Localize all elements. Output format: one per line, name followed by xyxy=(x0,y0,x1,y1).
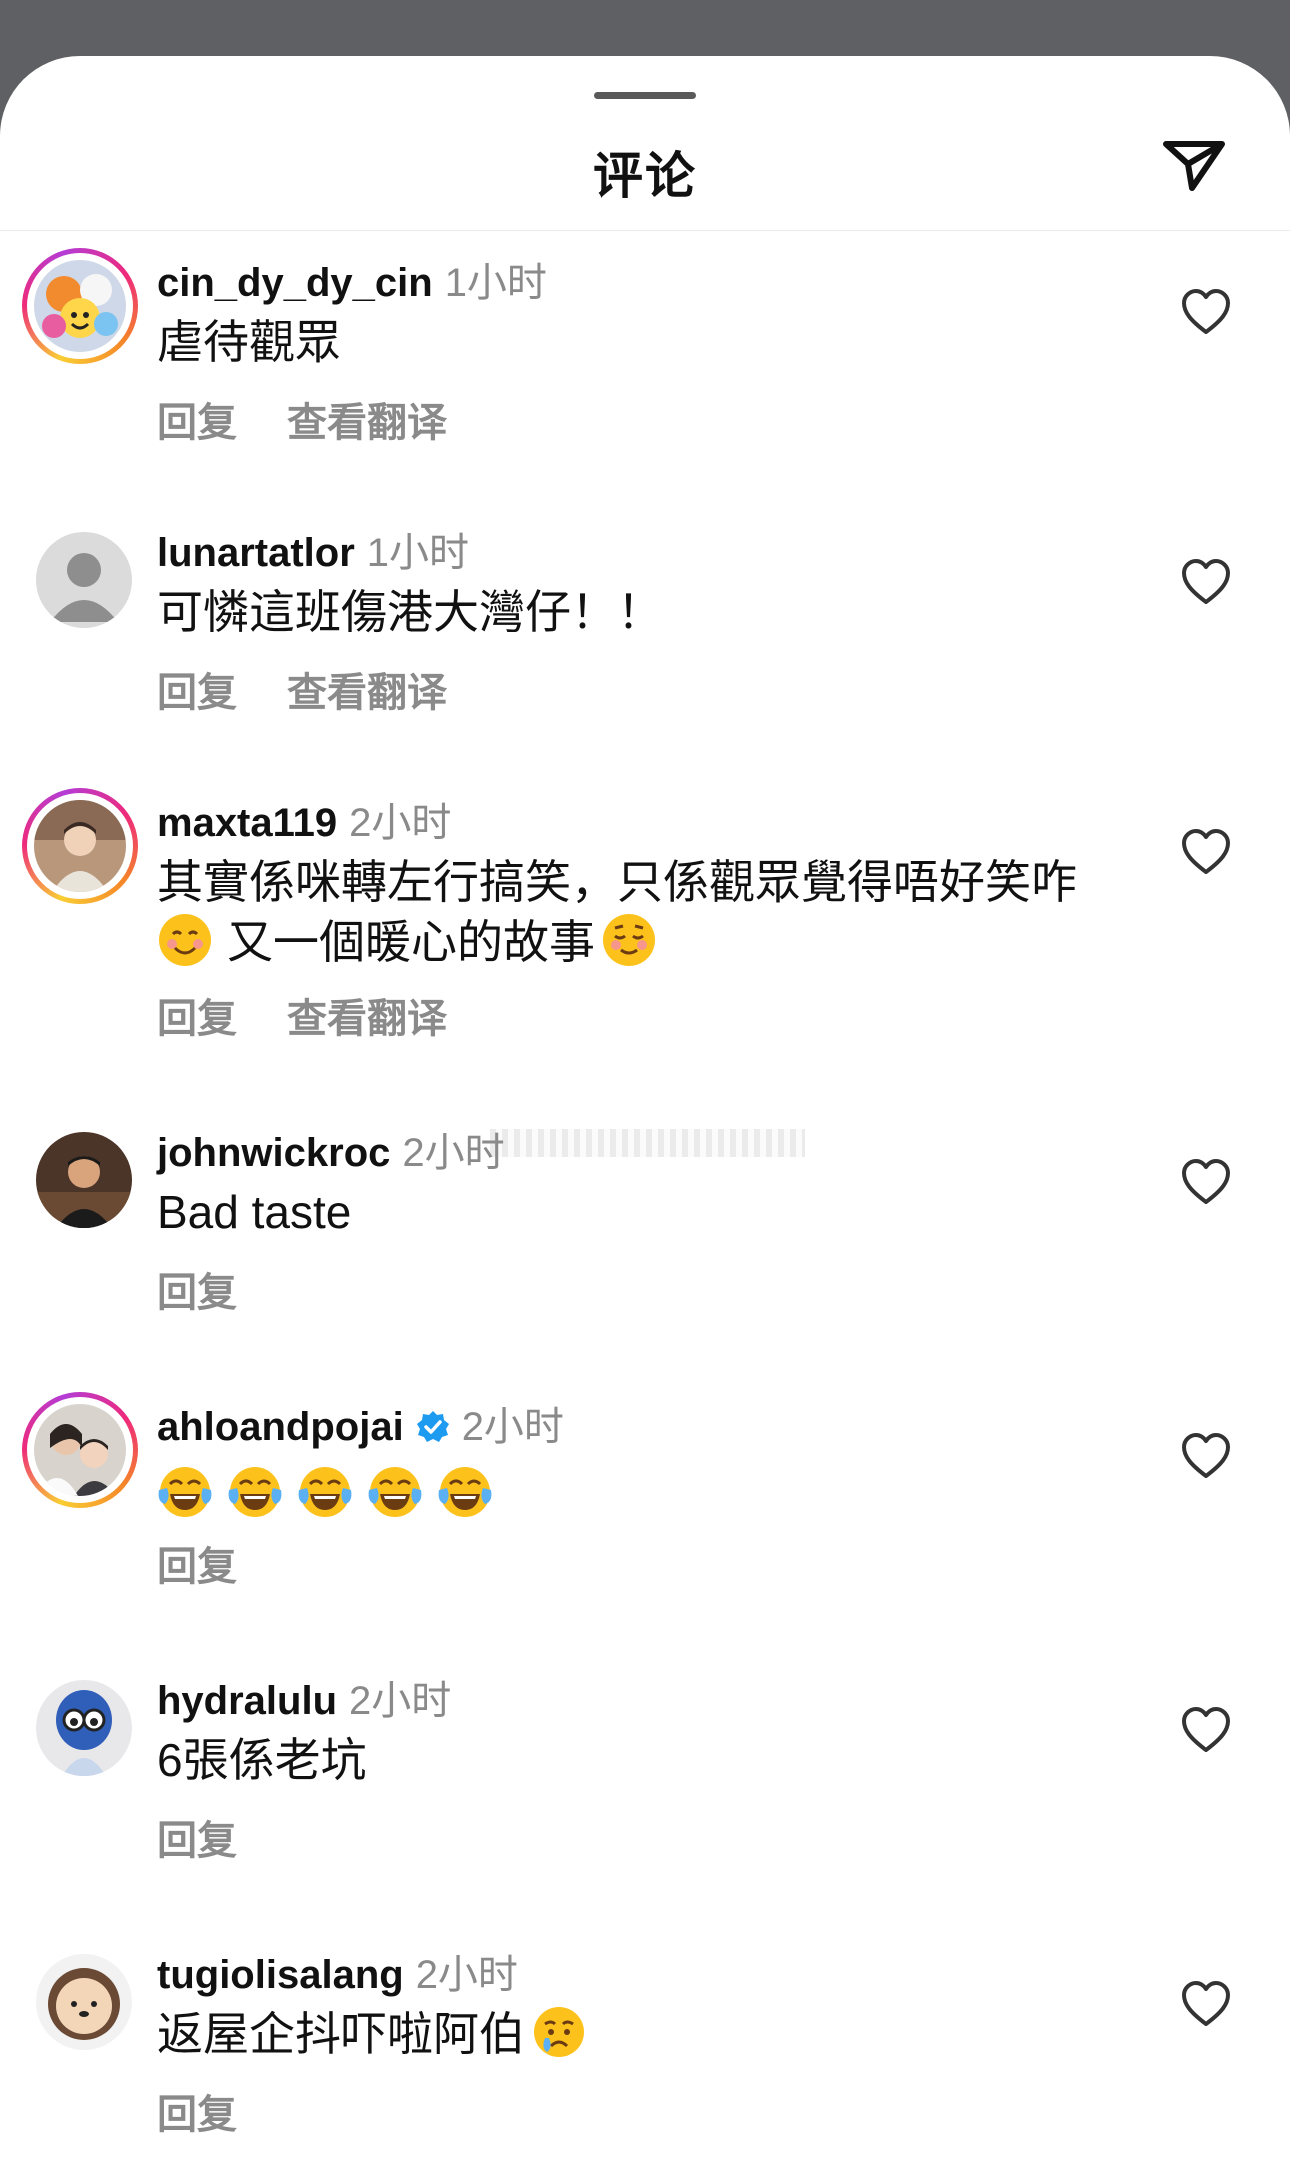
reply-button[interactable]: 回复 xyxy=(157,2093,237,2137)
comment-actions: 回复 xyxy=(157,1534,237,1592)
like-heart-icon[interactable] xyxy=(1180,288,1232,336)
comment-text: 可憐這班傷港大灣仔！！ xyxy=(157,586,663,638)
header-divider xyxy=(0,230,1290,231)
comment-item: hydralulu 2小时 6張係老坑 回复 xyxy=(0,1658,1290,1898)
comment-item: johnwickroc 2小时 Bad taste 回复 xyxy=(0,1110,1290,1350)
timestamp: 1小时 xyxy=(366,531,470,575)
reply-button[interactable]: 回复 xyxy=(157,1545,237,1589)
timestamp: 2小时 xyxy=(402,1131,505,1175)
like-heart-icon[interactable] xyxy=(1180,558,1232,606)
see-translation-button[interactable]: 查看翻译 xyxy=(287,997,447,1041)
comment-text-line: 其實係咪轉左行搞笑，只係觀眾覺得唔好笑咋 xyxy=(157,856,1077,908)
tears-of-joy-emoji-icon xyxy=(228,1467,282,1517)
comment-meta: tugiolisalang 2小时 xyxy=(157,1942,518,2000)
sheet-drag-handle[interactable] xyxy=(594,92,696,99)
username[interactable]: hydralulu xyxy=(157,1679,337,1723)
comment-item: ahloandpojai 2小时 回复 xyxy=(0,1384,1290,1624)
comment-text-line: 又一個暖心的故事 xyxy=(157,912,1117,972)
reply-button[interactable]: 回复 xyxy=(157,401,237,445)
page-title: 评论 xyxy=(593,148,697,204)
tears-of-joy-emoji-icon xyxy=(438,1467,492,1517)
timestamp: 2小时 xyxy=(461,1405,564,1449)
timestamp: 2小时 xyxy=(349,801,452,845)
avatar-image xyxy=(34,260,126,352)
comment-text-fragment: 又一個暖心的故事 xyxy=(227,916,595,968)
comment-meta: cin_dy_dy_cin 1小时 xyxy=(157,250,547,308)
username[interactable]: cin_dy_dy_cin xyxy=(157,261,433,305)
timestamp: 1小时 xyxy=(444,261,547,305)
reply-button[interactable]: 回复 xyxy=(157,1271,237,1315)
username[interactable]: johnwickroc xyxy=(157,1131,390,1175)
like-heart-icon[interactable] xyxy=(1180,1432,1232,1480)
timestamp: 2小时 xyxy=(349,1679,452,1723)
comment-meta: maxta119 2小时 xyxy=(157,790,451,848)
username[interactable]: lunartatlor xyxy=(157,531,355,575)
comment-text-fragment: 返屋企抖吓啦阿伯 xyxy=(157,2008,525,2060)
relieved-face-emoji-icon xyxy=(603,914,655,966)
comment-actions: 回复 xyxy=(157,1808,237,1866)
avatar-image xyxy=(36,1132,132,1228)
crying-face-emoji-icon xyxy=(534,2007,584,2057)
comment-text: 其實係咪轉左行搞笑，只係觀眾覺得唔好笑咋 又一個暖心的故事 xyxy=(157,852,1117,972)
comment-item: tugiolisalang 2小时 返屋企抖吓啦阿伯 回复 xyxy=(0,1932,1290,2172)
comment-actions: 回复 查看翻译 xyxy=(157,660,447,718)
comment-actions: 回复 xyxy=(157,1260,237,1318)
see-translation-button[interactable]: 查看翻译 xyxy=(287,401,447,445)
comment-text xyxy=(157,1464,1117,1524)
default-avatar-image xyxy=(36,532,132,628)
verified-badge-icon xyxy=(416,1411,449,1442)
avatar[interactable] xyxy=(22,518,138,634)
like-heart-icon[interactable] xyxy=(1180,1706,1232,1754)
reply-button[interactable]: 回复 xyxy=(157,997,237,1041)
avatar-image xyxy=(36,1680,132,1776)
username[interactable]: maxta119 xyxy=(157,801,337,845)
comment-text: 虐待觀眾 xyxy=(157,316,341,368)
avatar-image xyxy=(34,1404,126,1496)
comment-actions: 回复 xyxy=(157,2082,237,2140)
like-heart-icon[interactable] xyxy=(1180,828,1232,876)
comment-item: cin_dy_dy_cin 1小时 虐待觀眾 回复 查看翻译 xyxy=(0,240,1290,480)
username[interactable]: ahloandpojai xyxy=(157,1405,404,1449)
comment-meta: lunartatlor 1小时 xyxy=(157,520,469,578)
avatar[interactable] xyxy=(22,1666,138,1782)
comment-meta: hydralulu 2小时 xyxy=(157,1668,451,1726)
see-translation-button[interactable]: 查看翻译 xyxy=(287,671,447,715)
comment-actions: 回复 查看翻译 xyxy=(157,986,447,1044)
comment-item: maxta119 2小时 其實係咪轉左行搞笑，只係觀眾覺得唔好笑咋 又一個暖心的故… xyxy=(0,780,1290,1080)
reply-button[interactable]: 回复 xyxy=(157,1819,237,1863)
tears-of-joy-emoji-icon xyxy=(368,1467,422,1517)
like-heart-icon[interactable] xyxy=(1180,1158,1232,1206)
avatar[interactable] xyxy=(22,248,138,364)
tears-of-joy-emoji-icon xyxy=(298,1467,352,1517)
comment-actions: 回复 查看翻译 xyxy=(157,390,447,448)
avatar-image xyxy=(34,800,126,892)
avatar[interactable] xyxy=(22,788,138,904)
share-send-icon[interactable] xyxy=(1158,128,1230,200)
comments-sheet: 评论 cin_dy_dy_cin 1小时 虐待觀眾 回复 查看翻译 lunart… xyxy=(0,56,1290,2184)
username[interactable]: tugiolisalang xyxy=(157,1953,404,1997)
comment-meta: johnwickroc 2小时 xyxy=(157,1120,505,1178)
comment-meta: ahloandpojai 2小时 xyxy=(157,1394,564,1452)
comment-text: 6張係老坑 xyxy=(157,1734,367,1786)
reply-button[interactable]: 回复 xyxy=(157,671,237,715)
tears-of-joy-emoji-icon xyxy=(158,1467,212,1517)
avatar[interactable] xyxy=(22,1118,138,1234)
comment-item: lunartatlor 1小时 可憐這班傷港大灣仔！！ 回复 查看翻译 xyxy=(0,510,1290,750)
smiling-face-emoji-icon xyxy=(159,914,211,966)
comment-text: 返屋企抖吓啦阿伯 xyxy=(157,2004,1117,2064)
like-heart-icon[interactable] xyxy=(1180,1980,1232,2028)
avatar-image xyxy=(36,1954,132,2050)
timestamp: 2小时 xyxy=(415,1953,518,1997)
avatar[interactable] xyxy=(22,1392,138,1508)
avatar[interactable] xyxy=(22,1940,138,2056)
comment-text: Bad taste xyxy=(157,1186,352,1238)
